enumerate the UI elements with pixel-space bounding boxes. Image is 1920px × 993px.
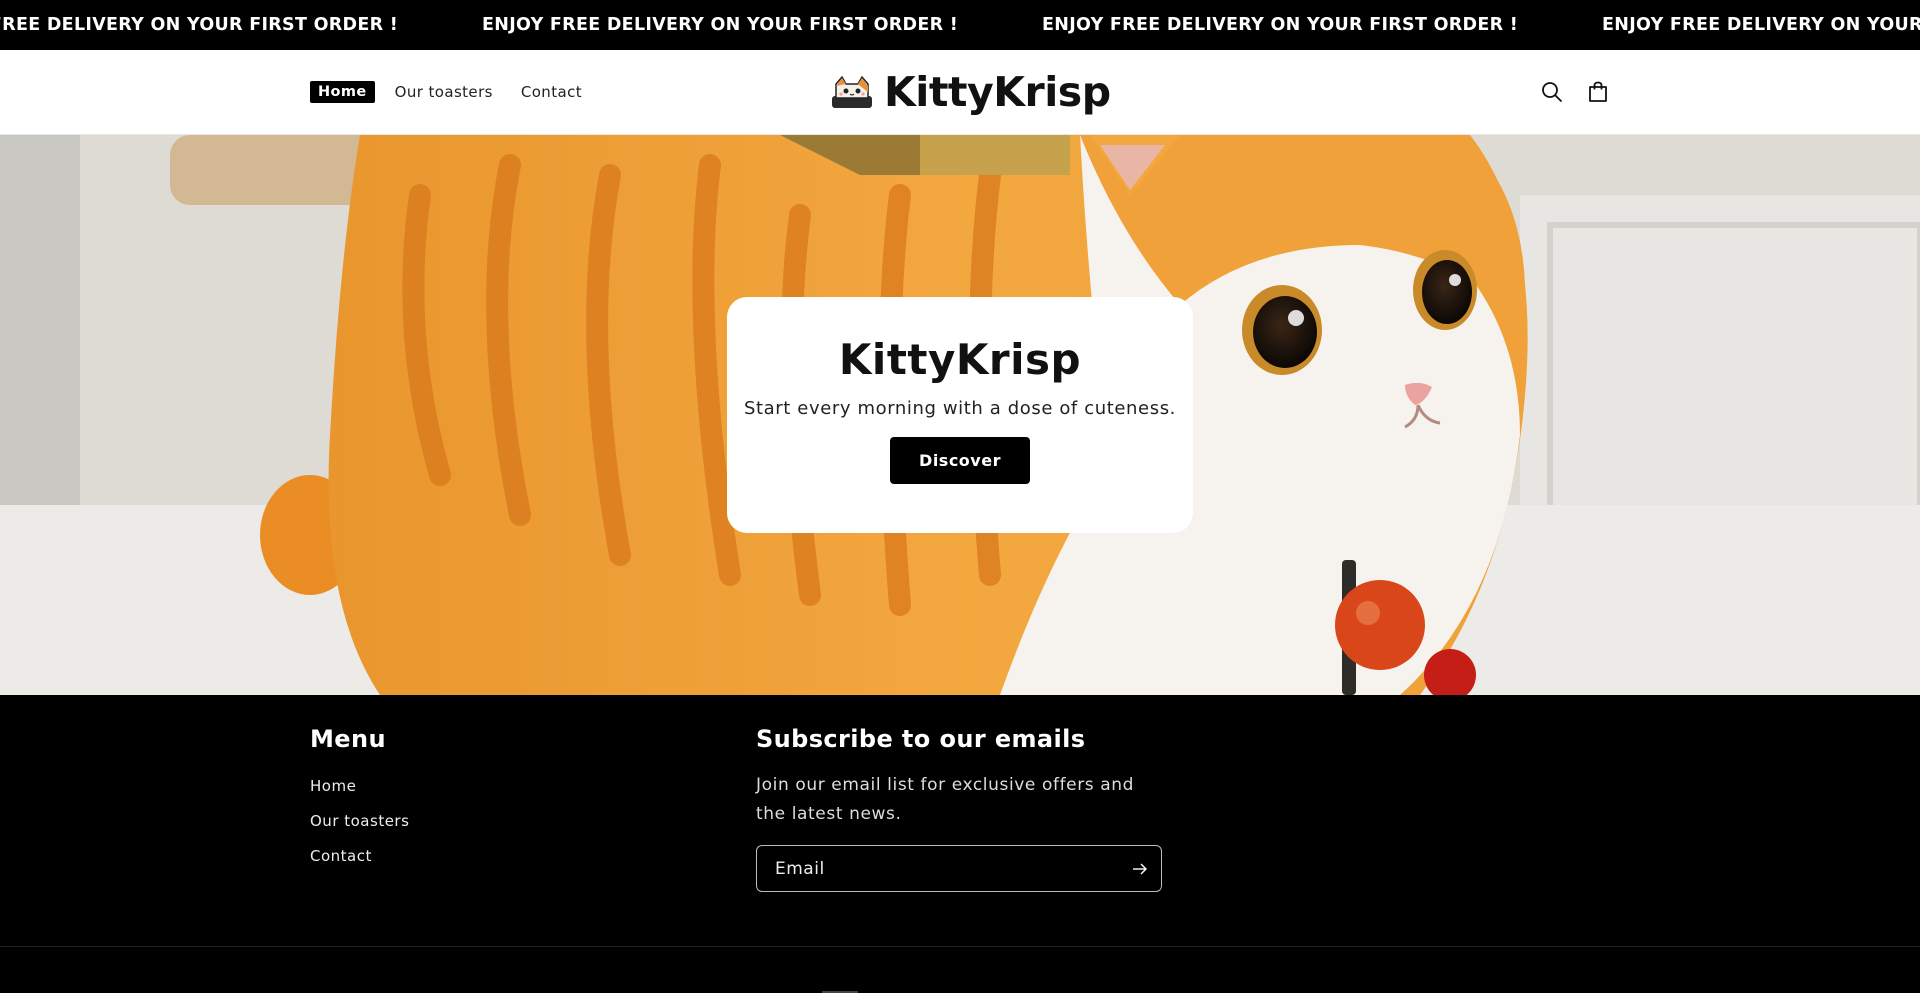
footer-link-home[interactable]: Home bbox=[310, 769, 409, 804]
arrow-right-icon[interactable] bbox=[1131, 860, 1149, 878]
hero-title: KittyKrisp bbox=[838, 335, 1082, 384]
site-logo[interactable]: KittyKrisp bbox=[830, 50, 1111, 134]
site-header: Home Our toasters Contact KittyKrisp bbox=[0, 50, 1920, 135]
hero-subtitle: Start every morning with a dose of cuten… bbox=[743, 398, 1176, 419]
discover-button[interactable]: Discover bbox=[890, 437, 1030, 484]
main-nav: Home Our toasters Contact bbox=[310, 50, 590, 134]
footer-divider bbox=[0, 946, 1920, 947]
cat-logo-icon bbox=[832, 75, 872, 108]
logo-text: KittyKrisp bbox=[884, 68, 1111, 116]
footer-menu-heading: Menu bbox=[310, 725, 386, 753]
site-footer: Menu Home Our toasters Contact Subscribe… bbox=[0, 695, 1920, 993]
header-actions bbox=[1540, 50, 1610, 134]
nav-link-contact[interactable]: Contact bbox=[513, 80, 590, 104]
search-icon[interactable] bbox=[1540, 80, 1564, 104]
cart-icon[interactable] bbox=[1586, 80, 1610, 104]
newsletter-section: Subscribe to our emails Join our email l… bbox=[756, 725, 1176, 892]
footer-link-contact[interactable]: Contact bbox=[310, 839, 409, 874]
announcement-message: ENJOY FREE DELIVERY ON YOUR FIRST ORDER … bbox=[1042, 15, 1519, 35]
nav-link-our-toasters[interactable]: Our toasters bbox=[387, 80, 501, 104]
newsletter-text: Join our email list for exclusive offers… bbox=[756, 775, 1135, 824]
newsletter-heading: Subscribe to our emails bbox=[756, 725, 1086, 753]
announcement-message: ENJOY FREE DELIVERY ON YOUR FIRST ORDER … bbox=[0, 15, 399, 35]
nav-link-home[interactable]: Home bbox=[310, 81, 375, 103]
footer-link-our-toasters[interactable]: Our toasters bbox=[310, 804, 409, 839]
announcement-message: ENJOY FREE DELIVERY ON YOUR FIRST ORDER … bbox=[1602, 15, 1920, 35]
announcement-message: ENJOY FREE DELIVERY ON YOUR FIRST ORDER … bbox=[482, 15, 959, 35]
footer-menu-list: Home Our toasters Contact bbox=[310, 769, 409, 874]
hero-banner: KittyKrisp Start every morning with a do… bbox=[0, 135, 1920, 695]
announcement-bar: ENJOY FREE DELIVERY ON YOUR FIRST ORDER … bbox=[0, 0, 1920, 50]
hero-card: KittyKrisp Start every morning with a do… bbox=[727, 297, 1193, 533]
email-field-wrapper bbox=[756, 845, 1162, 892]
footer-menu: Menu Home Our toasters Contact bbox=[310, 725, 409, 874]
email-field[interactable] bbox=[757, 846, 1161, 891]
